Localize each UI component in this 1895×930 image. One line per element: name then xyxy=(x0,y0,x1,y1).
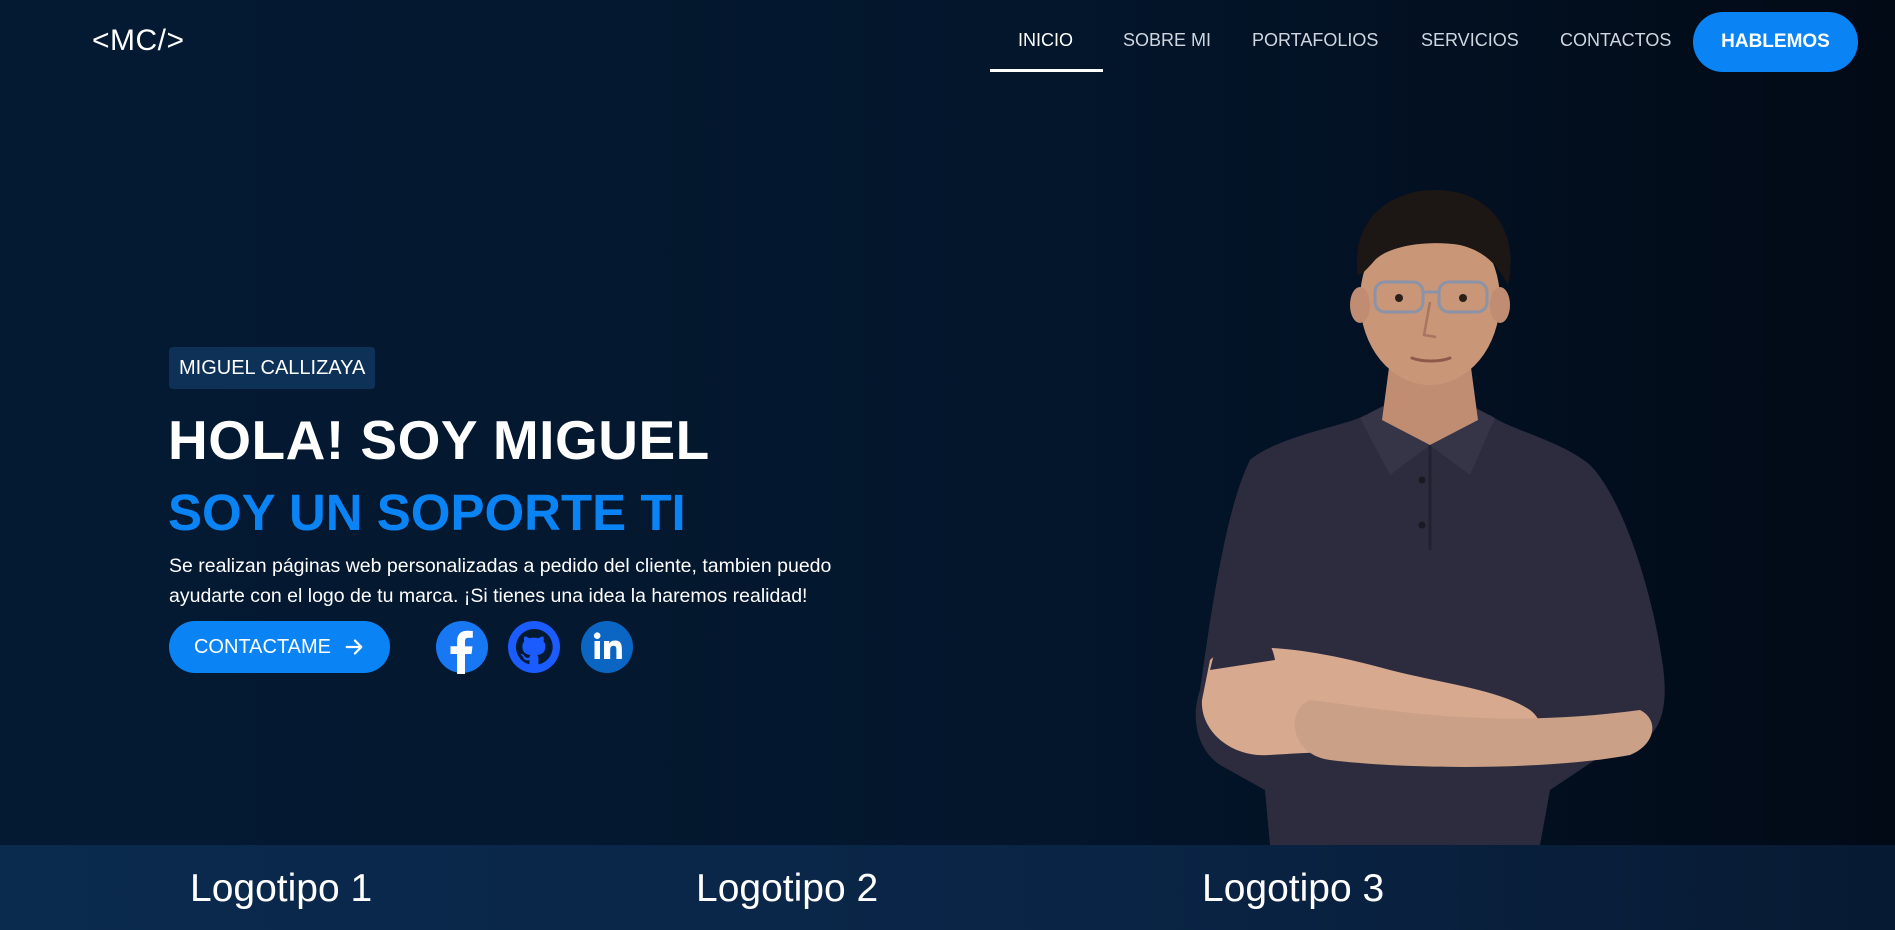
linkedin-link[interactable] xyxy=(580,620,634,674)
facebook-link[interactable] xyxy=(435,620,489,674)
hablemos-button[interactable]: HABLEMOS xyxy=(1693,12,1858,72)
profile-photo xyxy=(1195,190,1665,845)
nav-link-contactos[interactable]: CONTACTOS xyxy=(1560,30,1671,51)
logo-item-2: Logotipo 2 xyxy=(696,867,879,910)
logo-item-1: Logotipo 1 xyxy=(190,867,373,910)
site-logo[interactable]: <MC/> xyxy=(92,24,185,58)
contactame-label: CONTACTAME xyxy=(193,635,332,658)
hero-subheadline: SOY UN SOPORTE TI xyxy=(168,484,686,541)
logo-item-3: Logotipo 3 xyxy=(1202,867,1385,910)
github-icon xyxy=(508,621,560,673)
navbar: <MC/> INICIO SOBRE MI PORTAFOLIOS SERVIC… xyxy=(0,0,1895,84)
facebook-icon xyxy=(436,621,488,674)
nav-link-portafolios[interactable]: PORTAFOLIOS xyxy=(1252,30,1378,51)
linkedin-icon xyxy=(581,621,633,673)
github-link[interactable] xyxy=(507,620,561,674)
nav-link-sobre-mi[interactable]: SOBRE MI xyxy=(1123,30,1211,51)
hero-description: Se realizan páginas web personalizadas a… xyxy=(169,555,832,607)
contactame-button[interactable]: CONTACTAME xyxy=(169,621,390,673)
hero-headline: HOLA! SOY MIGUEL xyxy=(168,409,710,471)
name-badge: MIGUEL CALLIZAYA xyxy=(169,347,376,389)
nav-link-servicios[interactable]: SERVICIOS xyxy=(1421,30,1519,51)
nav-link-inicio[interactable]: INICIO xyxy=(1018,30,1073,51)
nav-active-indicator xyxy=(990,69,1103,72)
arrow-right-icon xyxy=(345,639,363,655)
